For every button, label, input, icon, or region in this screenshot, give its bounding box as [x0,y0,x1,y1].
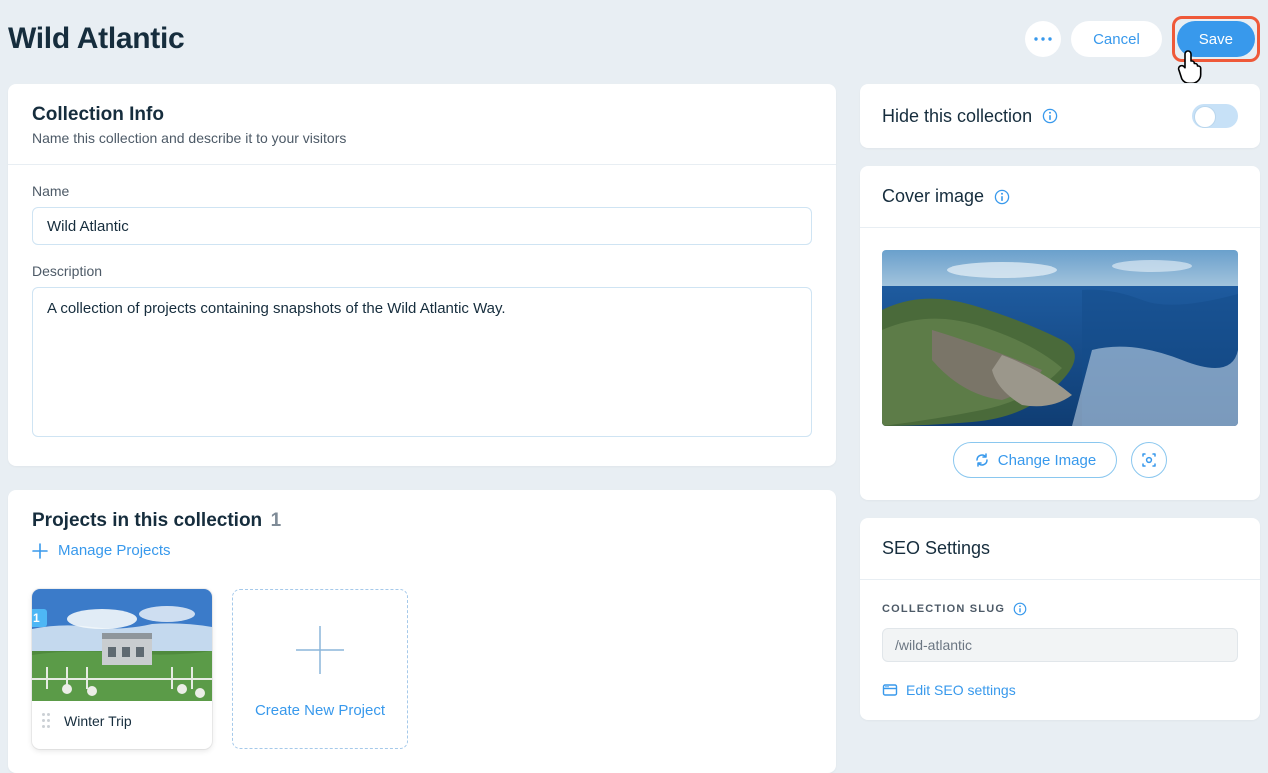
refresh-icon [974,452,990,468]
cursor-hand-icon [1177,47,1205,83]
collection-info-title: Collection Info [32,104,812,126]
drag-handle-icon[interactable] [42,713,52,729]
cancel-button[interactable]: Cancel [1071,21,1162,57]
seo-settings-title: SEO Settings [882,538,990,559]
info-icon[interactable] [994,189,1010,205]
edit-seo-settings-link[interactable]: Edit SEO settings [882,682,1238,698]
cover-image-title: Cover image [882,186,984,207]
project-thumbnail [32,589,212,701]
cover-image-preview [882,250,1238,426]
name-input[interactable] [32,207,812,245]
info-icon[interactable] [1013,602,1027,616]
page-title: Wild Atlantic [8,22,184,56]
collection-info-card: Collection Info Name this collection and… [8,84,836,466]
description-textarea[interactable]: A collection of projects containing snap… [32,287,812,437]
projects-title: Projects in this collection [32,510,262,531]
change-image-label: Change Image [998,452,1096,469]
seo-settings-card: SEO Settings COLLECTION SLUG Edit SEO se… [860,518,1260,720]
more-icon [1034,37,1052,41]
plus-large-icon [290,620,350,680]
projects-card: Projects in this collection 1 Manage Pro… [8,490,836,773]
plus-icon [32,543,48,559]
adjust-image-button[interactable] [1131,442,1167,478]
save-highlight: Save [1172,16,1260,62]
project-title: Winter Trip [64,713,132,729]
collection-slug-input[interactable] [882,628,1238,662]
create-new-project-label: Create New Project [255,702,385,719]
more-actions-button[interactable] [1025,21,1061,57]
name-label: Name [32,183,812,199]
hide-collection-label: Hide this collection [882,106,1032,127]
collection-slug-label: COLLECTION SLUG [882,603,1005,615]
manage-projects-link[interactable]: Manage Projects [32,542,812,559]
project-card[interactable]: 1 [32,589,212,749]
edit-seo-settings-label: Edit SEO settings [906,682,1016,698]
create-new-project-button[interactable]: Create New Project [232,589,408,749]
collection-info-subtitle: Name this collection and describe it to … [32,130,812,146]
cover-image-card: Cover image [860,166,1260,500]
hide-collection-toggle[interactable] [1192,104,1238,128]
manage-projects-label: Manage Projects [58,542,171,559]
description-label: Description [32,263,812,279]
seo-icon [882,682,898,698]
crop-icon [1140,451,1158,469]
hide-collection-card: Hide this collection [860,84,1260,148]
change-image-button[interactable]: Change Image [953,442,1117,478]
projects-count: 1 [271,510,282,531]
info-icon[interactable] [1042,108,1058,124]
project-index-badge: 1 [32,609,47,627]
